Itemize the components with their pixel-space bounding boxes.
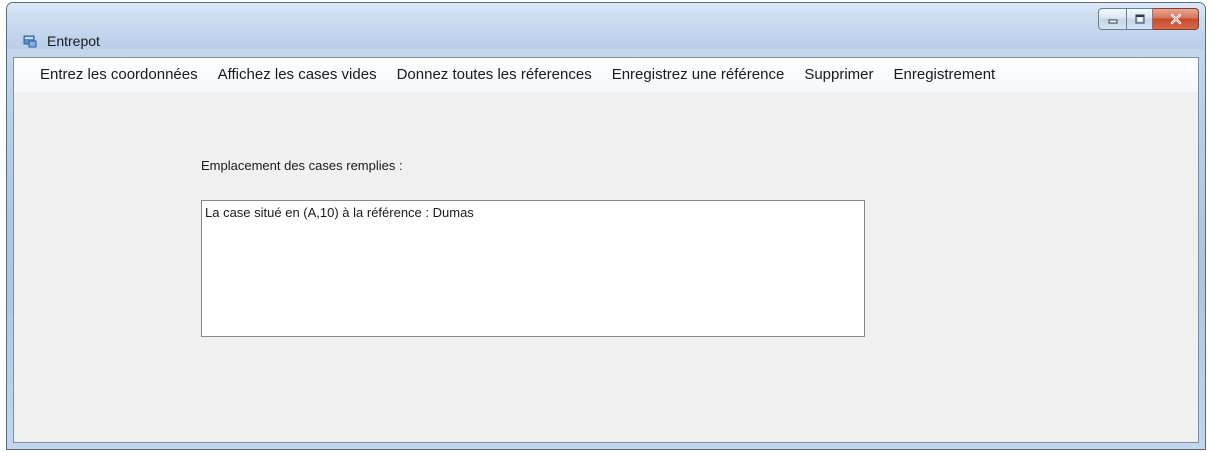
app-window: Entrepot Entrez les coordonnées Affichez… [6, 2, 1206, 450]
menu-item-enregistrez-reference[interactable]: Enregistrez une référence [602, 61, 795, 89]
list-item[interactable]: La case situé en (A,10) à la référence :… [205, 205, 861, 221]
title-bar[interactable]: Entrepot [7, 3, 1205, 49]
menu-item-supprimer[interactable]: Supprimer [794, 61, 883, 89]
menu-item-donnez-references[interactable]: Donnez toutes les réferences [387, 61, 602, 89]
filled-cases-label: Emplacement des cases remplies : [201, 158, 403, 173]
client-area: Entrez les coordonnées Affichez les case… [13, 57, 1199, 443]
menu-bar: Entrez les coordonnées Affichez les case… [14, 58, 1198, 92]
close-icon [1170, 13, 1181, 25]
close-button[interactable] [1153, 8, 1199, 30]
minimize-icon [1108, 19, 1117, 24]
window-title: Entrepot [47, 33, 100, 49]
minimize-button[interactable] [1098, 8, 1126, 30]
menu-item-entrez-coordonnees[interactable]: Entrez les coordonnées [14, 61, 208, 89]
app-window-icon [23, 35, 37, 48]
window-controls [1098, 8, 1199, 30]
maximize-icon [1135, 14, 1144, 24]
filled-cases-listbox[interactable]: La case situé en (A,10) à la référence :… [201, 200, 865, 337]
maximize-button[interactable] [1126, 8, 1153, 30]
menu-item-affichez-cases-vides[interactable]: Affichez les cases vides [208, 61, 387, 89]
menu-item-enregistrement[interactable]: Enregistrement [884, 61, 1006, 89]
